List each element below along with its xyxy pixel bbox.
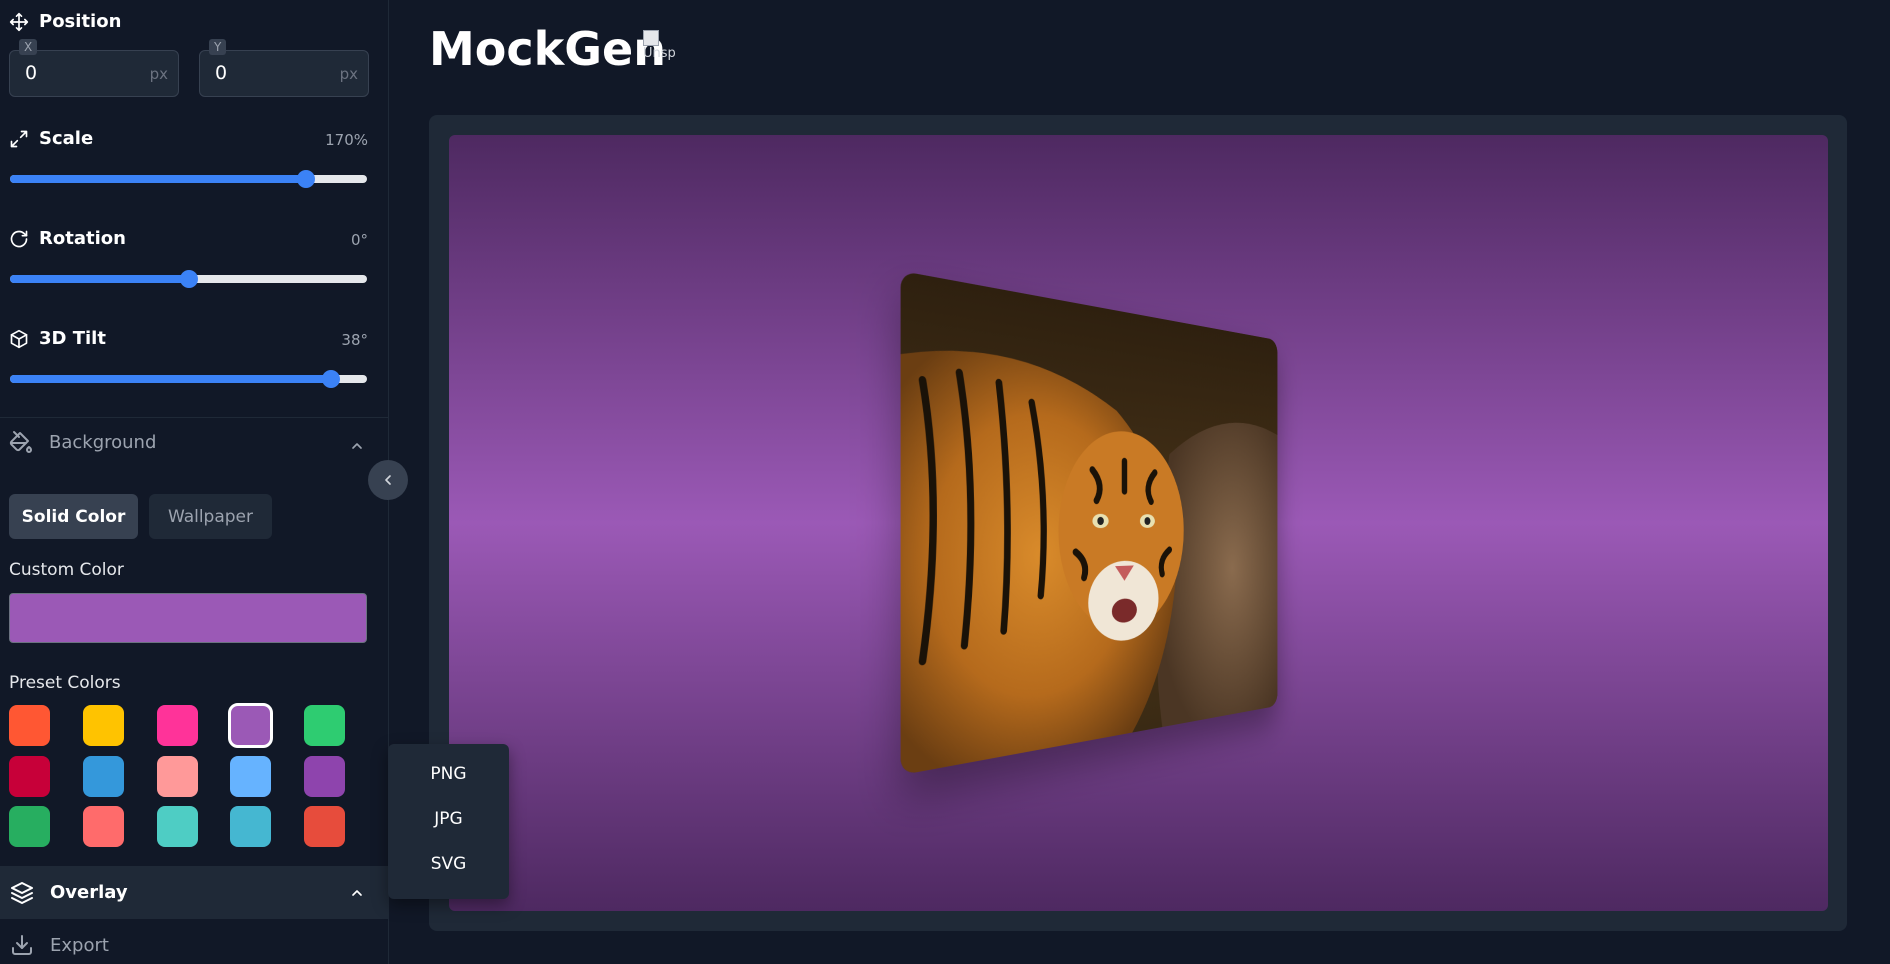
chevron-up-icon[interactable] [349, 885, 365, 901]
expand-icon [10, 130, 28, 147]
sidebar: Position X 0 px Y 0 px Scale 170% Rotati… [0, 0, 389, 964]
app-title: MockGen [429, 22, 666, 76]
background-header[interactable]: Background [9, 430, 156, 454]
preset-color-swatch[interactable] [157, 806, 198, 847]
preset-color-swatch[interactable] [83, 756, 124, 797]
export-svg-option[interactable]: SVG [388, 854, 509, 874]
rotation-slider-thumb[interactable] [179, 270, 198, 288]
preset-color-swatch[interactable] [83, 806, 124, 847]
y-unit: px [339, 65, 358, 83]
chevron-up-icon[interactable] [349, 438, 365, 454]
preset-color-swatch[interactable] [304, 705, 345, 746]
preset-color-swatch[interactable] [304, 756, 345, 797]
mockup-image[interactable] [900, 270, 1278, 776]
scale-slider-thumb[interactable] [297, 170, 316, 188]
rotation-value: 0° [350, 231, 368, 249]
preset-color-swatch[interactable] [9, 806, 50, 847]
export-jpg-option[interactable]: JPG [388, 809, 509, 829]
export-png-option[interactable]: PNG [388, 764, 509, 784]
tilt-slider-fill [10, 375, 332, 383]
position-header: Position [9, 11, 121, 32]
collapse-sidebar-button[interactable] [368, 460, 408, 500]
preset-colors-label: Preset Colors [9, 673, 121, 693]
overlay-header[interactable]: Overlay [0, 866, 389, 919]
mockup-image-wrapper[interactable] [886, 270, 1352, 776]
scale-label: Scale [39, 128, 94, 149]
position-x-field[interactable]: X 0 px [9, 39, 179, 97]
custom-color-label: Custom Color [9, 560, 124, 580]
position-y-field[interactable]: Y 0 px [199, 39, 369, 97]
preset-color-swatch[interactable] [230, 806, 271, 847]
rotation-slider[interactable] [10, 270, 367, 288]
preset-color-swatch[interactable] [157, 705, 198, 746]
scale-slider[interactable] [10, 170, 367, 188]
tilt-label: 3D Tilt [39, 328, 106, 349]
section-divider [0, 417, 389, 418]
scale-value: 170% [325, 131, 368, 149]
preset-color-swatch[interactable] [304, 806, 345, 847]
background-label: Background [49, 431, 157, 453]
tilt-slider-thumb[interactable] [322, 370, 341, 388]
y-value[interactable]: 0 [215, 62, 227, 84]
broken-image-icon [643, 30, 659, 46]
layers-icon [11, 881, 33, 904]
position-label: Position [39, 11, 122, 32]
tilt-slider[interactable] [10, 370, 367, 388]
tab-wallpaper[interactable]: Wallpaper [149, 494, 272, 539]
export-format-menu: PNG JPG SVG [388, 744, 509, 899]
custom-color-picker[interactable] [9, 593, 367, 643]
logo-image: Unsp [643, 30, 685, 72]
paint-bucket-icon [9, 431, 32, 453]
rotation-label: Rotation [39, 228, 126, 249]
y-tag: Y [209, 39, 227, 55]
preset-color-swatch[interactable] [157, 756, 198, 797]
tilt-value: 38° [341, 331, 368, 349]
tilt-header: 3D Tilt [9, 328, 106, 349]
preset-color-swatch[interactable] [83, 705, 124, 746]
chevron-left-icon [385, 475, 391, 485]
cube-icon [10, 329, 28, 348]
export-header[interactable]: Export [10, 933, 109, 957]
logo-alt-text: Unsp [643, 46, 676, 61]
x-value[interactable]: 0 [25, 62, 37, 84]
preset-color-swatch[interactable] [9, 705, 50, 746]
overlay-label: Overlay [50, 882, 128, 903]
preset-color-swatch[interactable] [9, 756, 50, 797]
preset-color-swatch[interactable] [230, 756, 271, 797]
tab-solid-color[interactable]: Solid Color [9, 494, 138, 539]
download-icon [12, 935, 32, 955]
rotate-icon [10, 230, 28, 247]
move-icon [9, 12, 29, 31]
x-unit: px [149, 65, 168, 83]
tiger-photo [900, 270, 1278, 776]
scale-slider-fill [10, 175, 307, 183]
scale-header: Scale [9, 128, 93, 149]
export-label: Export [50, 934, 109, 956]
rotation-header: Rotation [9, 228, 126, 249]
preset-color-swatch[interactable] [228, 703, 273, 748]
rotation-slider-fill [10, 275, 189, 283]
x-tag: X [19, 39, 38, 55]
